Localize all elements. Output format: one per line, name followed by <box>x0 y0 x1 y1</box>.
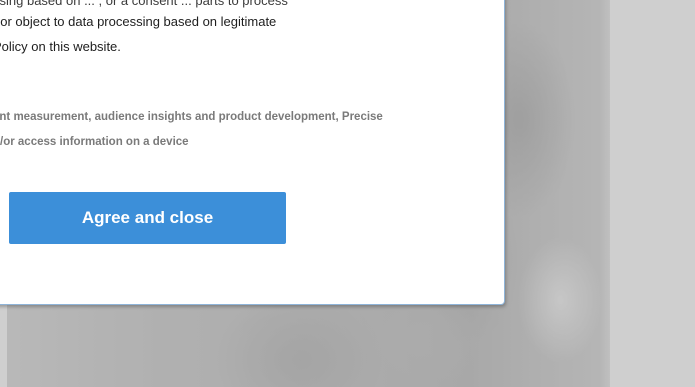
consent-text-line-3: Policy on this website. <box>0 39 121 54</box>
agree-and-close-button[interactable]: Agree and close <box>9 192 286 244</box>
consent-dialog: ssing based on ... , or a consent ... pa… <box>0 0 505 305</box>
purposes-text-line-1: ent measurement, audience insights and p… <box>0 111 383 123</box>
screen: ssing based on ... , or a consent ... pa… <box>0 0 695 387</box>
consent-text-line-2: t or object to data processing based on … <box>0 14 277 29</box>
consent-text-line-1: ssing based on ... , or a consent ... pa… <box>0 0 288 8</box>
purposes-text-line-2: d/or access information on a device <box>0 136 189 148</box>
